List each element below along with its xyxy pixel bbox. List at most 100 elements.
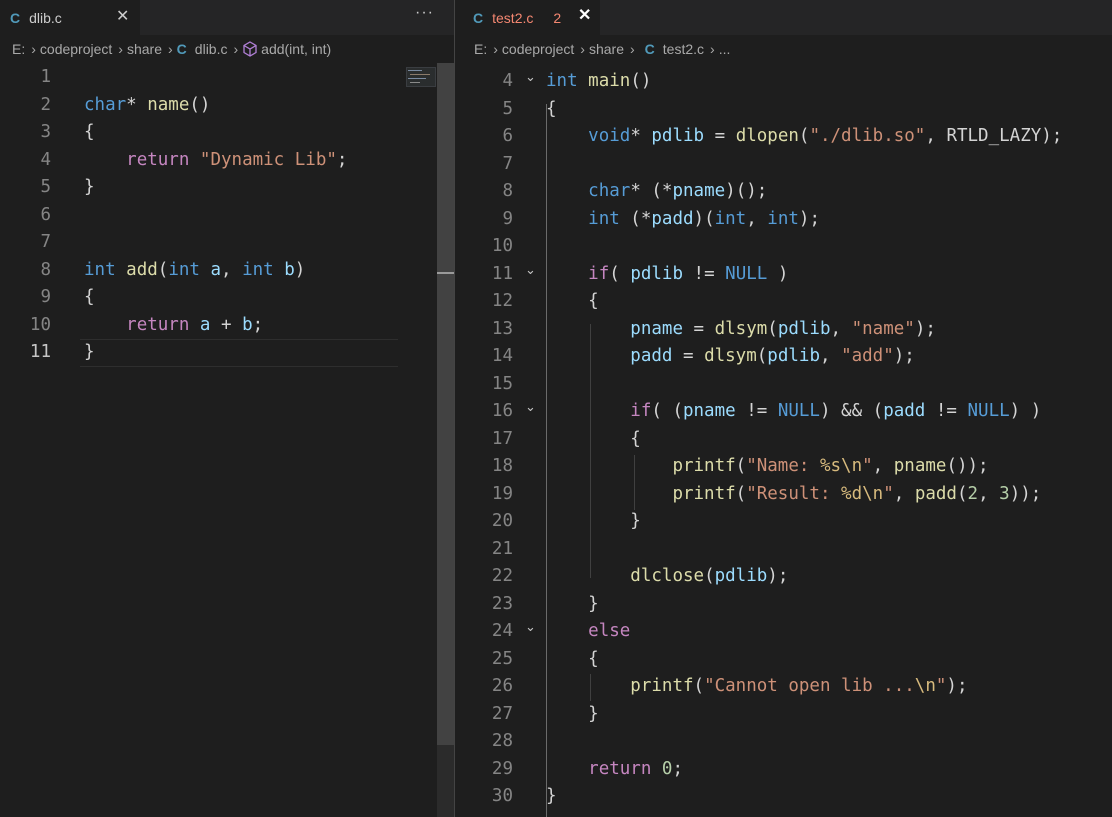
line-number: 5	[502, 98, 513, 119]
code-line[interactable]: 6 void* pdlib = dlopen("./dlib.so", RTLD…	[455, 123, 1112, 151]
code-text: printf("Result: %d\n", padd(2, 3));	[546, 481, 1041, 509]
code-token: (	[798, 126, 810, 146]
code-editor[interactable]: 1 2 char* name() 3{4 return "Dynamic Lib"; 5…	[0, 63, 454, 817]
code-line[interactable]: 1	[0, 64, 454, 92]
code-token: "Result:	[746, 483, 842, 504]
code-text: }	[84, 174, 95, 202]
code-token: !=	[683, 263, 726, 284]
close-icon[interactable]: ✕	[116, 6, 129, 26]
code-line[interactable]: 11 ⌄ if( pdlib != NULL )	[455, 261, 1112, 289]
breadcrumb-symbol[interactable]: add(int, int)	[261, 41, 331, 57]
code-line[interactable]: 12 {	[455, 288, 1112, 316]
code-line[interactable]: 4 ⌄ int main()	[455, 68, 1112, 96]
line-number: 22	[491, 566, 513, 586]
code-line[interactable]: 26 printf("Cannot open lib ...\n");	[455, 673, 1112, 701]
code-text: dlclose(pdlib);	[546, 563, 788, 591]
code-token: char	[588, 181, 631, 201]
line-number: 27	[491, 703, 513, 724]
line-number: 11	[491, 263, 513, 284]
code-line[interactable]: 30}	[455, 783, 1112, 811]
fold-chevron-icon[interactable]: ⌄	[525, 614, 536, 642]
breadcrumb-drive[interactable]: E:	[474, 41, 487, 57]
breadcrumb-ellipsis[interactable]: ...	[719, 41, 731, 57]
code-line[interactable]: 11}	[0, 339, 454, 367]
code-line[interactable]: 18 printf("Name: %s\n", pname());	[455, 453, 1112, 481]
code-line[interactable]: 14 padd = dlsym(pdlib, "add");	[455, 343, 1112, 371]
code-editor[interactable]: 4 ⌄ int main() 5{6 void* pdlib = dlopen("./…	[455, 63, 1112, 817]
breadcrumb-file[interactable]: dlib.c	[195, 41, 228, 57]
breadcrumb-folder[interactable]: codeproject	[502, 41, 574, 57]
code-line[interactable]: 27 }	[455, 701, 1112, 729]
line-number: 13	[491, 318, 513, 339]
code-token: }	[546, 703, 599, 724]
code-line[interactable]: 15	[455, 371, 1112, 399]
code-line[interactable]: 25 {	[455, 646, 1112, 674]
code-line[interactable]: 10	[455, 233, 1112, 261]
tab-dlib-c[interactable]: C dlib.c ✕	[0, 0, 140, 35]
code-token: else	[588, 621, 631, 641]
breadcrumb-folder[interactable]: share	[127, 41, 162, 57]
code-line[interactable]: 10 return a + b;	[0, 312, 454, 340]
code-line[interactable]: 24 ⌄ else	[455, 618, 1112, 646]
code-token: a	[199, 314, 211, 335]
chevron-right-icon: ›	[630, 41, 635, 57]
breadcrumb-folder[interactable]: codeproject	[40, 41, 112, 57]
code-line[interactable]: 4 return "Dynamic Lib";	[0, 147, 454, 175]
code-line[interactable]: 28	[455, 728, 1112, 756]
code-line[interactable]: 6	[0, 202, 454, 230]
code-token: {	[546, 291, 599, 311]
more-actions-icon[interactable]: ···	[415, 4, 434, 22]
code-line[interactable]: 23 }	[455, 591, 1112, 619]
code-token: "Dynamic Lib"	[199, 149, 337, 170]
code-token: *	[630, 126, 652, 146]
code-token: (	[756, 346, 768, 366]
code-token: ) && (	[819, 401, 884, 421]
code-line[interactable]: 16 ⌄ if( (pname != NULL) && (padd != NULL…	[455, 398, 1112, 426]
code-line[interactable]: 9{	[0, 284, 454, 312]
close-icon[interactable]: ✕	[578, 5, 591, 25]
code-line[interactable]: 5{	[455, 96, 1112, 124]
code-line[interactable]: 20 }	[455, 508, 1112, 536]
fold-chevron-icon[interactable]: ⌄	[525, 64, 536, 92]
code-token: return	[588, 758, 652, 779]
line-number: 3	[40, 122, 51, 142]
code-line[interactable]: 29 return 0;	[455, 756, 1112, 784]
code-line[interactable]: 9 int (*padd)(int, int);	[455, 206, 1112, 234]
code-line[interactable]: 7	[455, 151, 1112, 179]
code-line[interactable]: 21	[455, 536, 1112, 564]
code-text: int (*padd)(int, int);	[546, 206, 820, 234]
code-token: (	[767, 318, 778, 339]
code-line[interactable]: 8 char* (*pname)();	[455, 178, 1112, 206]
code-line[interactable]: 5}	[0, 174, 454, 202]
code-line[interactable]: 7	[0, 229, 454, 257]
code-text: return a + b;	[84, 312, 263, 340]
code-line[interactable]: 8 int add(int a, int b)	[0, 257, 454, 285]
code-token: }	[84, 177, 95, 197]
tab-test2-c[interactable]: C test2.c 2 ✕	[455, 0, 600, 35]
fold-chevron-icon[interactable]: ⌄	[525, 257, 536, 285]
code-token: int	[242, 259, 274, 280]
chevron-right-icon: ›	[168, 41, 173, 57]
code-line[interactable]: 2 char* name()	[0, 92, 454, 120]
code-line[interactable]: 19 printf("Result: %d\n", padd(2, 3));	[455, 481, 1112, 509]
line-number: 14	[491, 346, 513, 366]
code-line[interactable]: 3{	[0, 119, 454, 147]
line-number: 29	[491, 758, 513, 779]
fold-chevron-icon[interactable]: ⌄	[525, 394, 536, 422]
code-line[interactable]: 22 dlclose(pdlib);	[455, 563, 1112, 591]
code-line[interactable]: 13 pname = dlsym(pdlib, "name");	[455, 316, 1112, 344]
breadcrumb-folder[interactable]: share	[589, 41, 624, 57]
code-token: printf	[672, 483, 736, 504]
code-line[interactable]: 17 {	[455, 426, 1112, 454]
breadcrumb-file[interactable]: test2.c	[663, 41, 704, 57]
breadcrumb-drive[interactable]: E:	[12, 41, 25, 57]
code-token: (	[956, 483, 968, 504]
code-token: {	[546, 98, 557, 119]
code-token: )	[767, 263, 789, 284]
